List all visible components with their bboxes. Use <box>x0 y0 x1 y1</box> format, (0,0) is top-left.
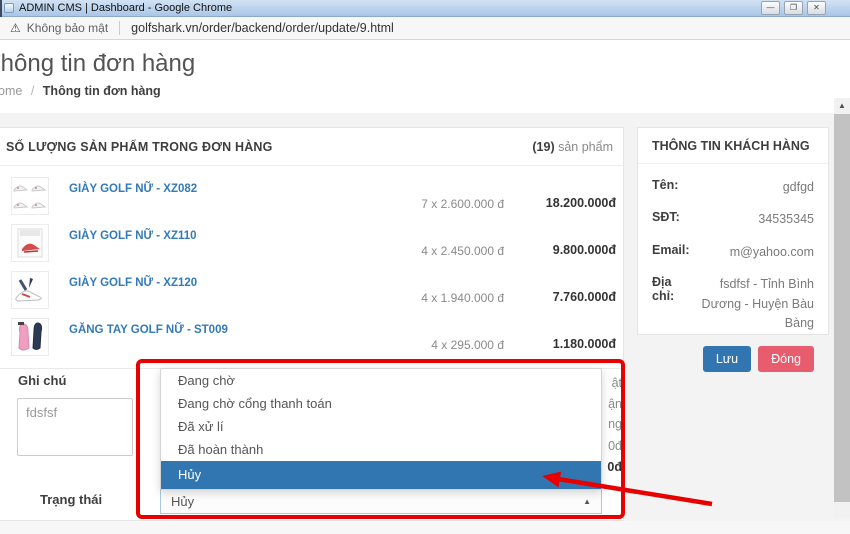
order-card-title: SỐ LƯỢNG SẢN PHẨM TRONG ĐƠN HÀNG <box>6 140 273 154</box>
product-count: (19) sản phẩm <box>532 140 613 154</box>
product-link[interactable]: GIÀY GOLF NỮ - XZ082 <box>69 183 197 195</box>
product-link[interactable]: GIÀY GOLF NỮ - XZ120 <box>69 277 197 289</box>
restore-button[interactable]: ❐ <box>784 1 803 15</box>
product-count-number: (19) <box>532 140 554 154</box>
status-dropdown-list: Đang chờ Đang chờ cổng thanh toán Đã xử … <box>160 368 602 490</box>
warning-triangle-icon[interactable]: ⚠ <box>10 21 21 35</box>
dropdown-option-dang-cho[interactable]: Đang chờ <box>161 369 601 392</box>
close-panel-button[interactable]: Đóng <box>758 346 814 372</box>
customer-card-title: THÔNG TIN KHÁCH HÀNG <box>638 128 828 164</box>
page-title: Thông tin đơn hàng <box>0 50 195 78</box>
customer-field-email: Email: m@yahoo.com <box>652 243 814 262</box>
customer-field-name: Tên: gdfgd <box>652 178 814 197</box>
dropdown-option-dang-cho-cong-thanh-toan[interactable]: Đang chờ cổng thanh toán <box>161 392 601 415</box>
status-label: Trạng thái <box>40 492 102 507</box>
customer-field-phone: SĐT: 34535345 <box>652 210 814 229</box>
product-link[interactable]: GIÀY GOLF NỮ - XZ110 <box>69 230 197 242</box>
product-qty-price: 4 x 2.450.000 đ <box>421 244 504 258</box>
product-qty-price: 4 x 295.000 đ <box>431 338 504 352</box>
table-row: GIÀY GOLF NỮ - XZ120 4 x 1.940.000 đ 7.7… <box>0 265 623 312</box>
dropdown-option-huy-selected[interactable]: Hủy <box>161 461 601 489</box>
product-link[interactable]: GĂNG TAY GOLF NỮ - ST009 <box>69 324 228 336</box>
status-select[interactable]: Hủy ▲ <box>160 489 602 514</box>
save-button[interactable]: Lưu <box>703 346 751 372</box>
scrollbar-thumb[interactable] <box>834 114 850 502</box>
table-row: GIÀY GOLF NỮ - XZ110 4 x 2.450.000 đ 9.8… <box>0 218 623 265</box>
breadcrumb-separator: / <box>31 84 34 98</box>
order-card-header: SỐ LƯỢNG SẢN PHẨM TRONG ĐƠN HÀNG (19) sả… <box>0 128 623 166</box>
dropdown-option-da-hoan-thanh[interactable]: Đã hoàn thành <box>161 438 601 461</box>
bottom-strip <box>0 521 850 534</box>
product-thumbnail-shoe-box-icon[interactable] <box>11 224 49 262</box>
url-text[interactable]: golfshark.vn/order/backend/order/update/… <box>131 21 394 35</box>
security-warning-label[interactable]: Không bảo mật <box>27 21 108 35</box>
clipped-text-fragment: ật <box>612 376 622 390</box>
dropdown-option-da-xu-li[interactable]: Đã xử lí <box>161 415 601 438</box>
product-qty-price: 4 x 1.940.000 đ <box>421 291 504 305</box>
product-count-suffix: sản phẩm <box>555 140 613 154</box>
product-qty-price: 7 x 2.600.000 đ <box>421 197 504 211</box>
close-button[interactable]: ✕ <box>807 1 826 15</box>
product-thumbnail-white-shoe-icon[interactable] <box>11 271 49 309</box>
field-value: gdfgd <box>783 178 814 197</box>
scroll-up-arrow-icon[interactable]: ▲ <box>834 98 850 114</box>
vertical-scrollbar[interactable]: ▲ <box>834 98 850 518</box>
field-value: fsdfsf - Tỉnh Bình Dương - Huyện Bàu Bàn… <box>688 275 814 333</box>
breadcrumb-home-link[interactable]: Home <box>0 84 22 98</box>
note-textarea[interactable]: fdsfsf <box>17 398 133 456</box>
customer-info-card: THÔNG TIN KHÁCH HÀNG Tên: gdfgd SĐT: 345… <box>637 127 829 335</box>
table-row: GIÀY GOLF NỮ - XZ082 7 x 2.600.000 đ 18.… <box>0 171 623 218</box>
product-total: 7.760.000đ <box>553 290 616 304</box>
product-thumbnail-white-shoes-grid-icon[interactable] <box>11 177 49 215</box>
chrome-favicon-icon <box>4 3 14 13</box>
field-label: Tên: <box>652 178 678 197</box>
product-total: 9.800.000đ <box>553 243 616 257</box>
product-thumbnail-gloves-icon[interactable] <box>11 318 49 356</box>
product-total: 18.200.000đ <box>546 196 616 210</box>
window-title: ADMIN CMS | Dashboard - Google Chrome <box>19 2 232 14</box>
window-titlebar: ADMIN CMS | Dashboard - Google Chrome — … <box>0 0 850 17</box>
minimize-button[interactable]: — <box>761 1 780 15</box>
field-label: SĐT: <box>652 210 680 229</box>
field-label: Địa chỉ: <box>652 275 684 333</box>
browser-window: ADMIN CMS | Dashboard - Google Chrome — … <box>0 0 850 534</box>
clipped-text-fragment: ng <box>608 417 622 431</box>
breadcrumb: Home / Thông tin đơn hàng <box>0 84 161 98</box>
field-value: m@yahoo.com <box>730 243 814 262</box>
clipped-text-fragment: ận <box>608 397 622 411</box>
field-value: 34535345 <box>758 210 814 229</box>
product-total: 1.180.000đ <box>553 337 616 351</box>
clipped-total-fragment: 0đ <box>607 460 622 474</box>
chevron-up-icon: ▲ <box>583 497 591 506</box>
window-edge <box>0 0 2 17</box>
note-label: Ghi chú <box>18 373 66 388</box>
address-bar[interactable]: ⚠ Không bảo mật golfshark.vn/order/backe… <box>0 17 850 40</box>
customer-field-address: Địa chỉ: fsdfsf - Tỉnh Bình Dương - Huyệ… <box>652 275 814 333</box>
status-select-value: Hủy <box>171 494 194 509</box>
breadcrumb-current: Thông tin đơn hàng <box>43 84 161 98</box>
clipped-amount-fragment: 0đ <box>608 439 622 453</box>
address-separator <box>119 21 120 35</box>
field-label: Email: <box>652 243 690 262</box>
table-row: GĂNG TAY GOLF NỮ - ST009 4 x 295.000 đ 1… <box>0 312 623 359</box>
